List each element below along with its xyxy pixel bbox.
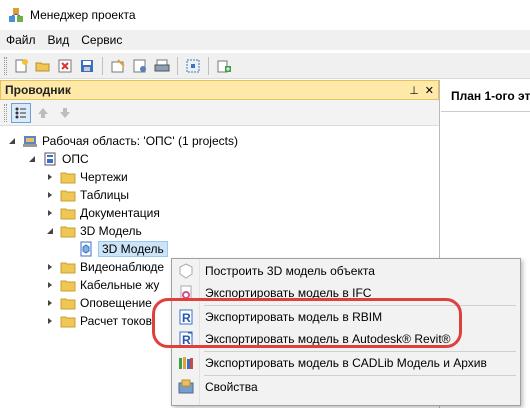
folder-icon bbox=[60, 259, 76, 275]
folder-icon bbox=[60, 187, 76, 203]
page-settings-icon[interactable] bbox=[130, 56, 150, 76]
tree-node-model3d-child[interactable]: 3D Модель bbox=[74, 240, 439, 258]
explorer-header: Проводник ⊥ ✕ bbox=[0, 80, 439, 100]
highlight-annotation bbox=[152, 298, 462, 348]
folder-icon bbox=[60, 277, 76, 293]
tree-node-workspace[interactable]: Рабочая область: 'ОПС' (1 projects) bbox=[6, 132, 439, 150]
collapsed-icon[interactable] bbox=[44, 297, 56, 309]
collapsed-icon[interactable] bbox=[44, 315, 56, 327]
tree-node-model3d[interactable]: 3D Модель bbox=[44, 222, 439, 240]
expanded-icon[interactable] bbox=[26, 153, 38, 165]
edit-icon[interactable] bbox=[108, 56, 128, 76]
tree-label-docs: Документация bbox=[80, 206, 160, 220]
properties-icon bbox=[172, 379, 200, 395]
folder-icon bbox=[60, 313, 76, 329]
add-sheet-icon[interactable] bbox=[214, 56, 234, 76]
title-bar: Менеджер проекта bbox=[0, 0, 530, 30]
arrow-up-icon[interactable] bbox=[33, 103, 53, 123]
project-icon bbox=[42, 151, 58, 167]
pin-icon[interactable]: ⊥ bbox=[409, 84, 419, 97]
tree-node-tables[interactable]: Таблицы bbox=[44, 186, 439, 204]
arrow-down-icon[interactable] bbox=[55, 103, 75, 123]
menu-view[interactable]: Вид bbox=[42, 30, 76, 50]
tree-node-project[interactable]: ОПС bbox=[26, 150, 439, 168]
workspace-icon bbox=[22, 133, 38, 149]
app-icon bbox=[8, 7, 24, 23]
tree-label-alert: Оповещение bbox=[80, 296, 152, 310]
menu-item-build-3d[interactable]: Построить 3D модель объекта bbox=[172, 261, 520, 281]
tree-label-tables: Таблицы bbox=[80, 188, 130, 202]
save-icon[interactable] bbox=[77, 56, 97, 76]
tree-label-drawings: Чертежи bbox=[80, 170, 128, 184]
expanded-icon[interactable] bbox=[6, 135, 18, 147]
close-icon[interactable]: ✕ bbox=[425, 84, 434, 97]
collapsed-icon[interactable] bbox=[44, 279, 56, 291]
folder-icon bbox=[60, 205, 76, 221]
explorer-title: Проводник bbox=[5, 83, 71, 97]
folder-icon bbox=[60, 169, 76, 185]
collapsed-icon[interactable] bbox=[44, 171, 56, 183]
tree-label-model3d: 3D Модель bbox=[80, 224, 142, 238]
tree-label-video: Видеонаблюде bbox=[80, 260, 165, 274]
explorer-toolbar-grip[interactable] bbox=[4, 103, 7, 122]
main-toolbar bbox=[0, 53, 530, 79]
explorer-toolbar bbox=[0, 100, 439, 126]
tree-label-model3d-child: 3D Модель bbox=[98, 241, 168, 257]
project-label: ОПС bbox=[62, 152, 89, 166]
menu-item-export-cadlib[interactable]: Экспортировать модель в CADLib Модель и … bbox=[172, 353, 520, 373]
tree-label-current: Расчет токов bbox=[80, 314, 152, 328]
tree-view-icon[interactable] bbox=[11, 102, 31, 123]
document-tab[interactable]: План 1-ого эт bbox=[441, 80, 530, 112]
expanded-icon[interactable] bbox=[44, 225, 56, 237]
structure-icon[interactable] bbox=[183, 56, 203, 76]
menu-bar: Файл Вид Сервис bbox=[0, 30, 530, 50]
menu-item-properties[interactable]: Свойства bbox=[172, 377, 520, 397]
folder-icon bbox=[60, 295, 76, 311]
cadlib-icon bbox=[172, 355, 200, 371]
tree-node-docs[interactable]: Документация bbox=[44, 204, 439, 222]
window-title: Менеджер проекта bbox=[30, 8, 136, 22]
workspace-label: Рабочая область: 'ОПС' (1 projects) bbox=[42, 134, 238, 148]
close-project-icon[interactable] bbox=[55, 56, 75, 76]
toolbar-grip[interactable] bbox=[4, 56, 7, 75]
collapsed-icon[interactable] bbox=[44, 189, 56, 201]
collapsed-icon[interactable] bbox=[44, 207, 56, 219]
tree-label-cable: Кабельные жу bbox=[80, 278, 160, 292]
menu-file[interactable]: Файл bbox=[0, 30, 42, 50]
collapsed-icon[interactable] bbox=[44, 261, 56, 273]
open-icon[interactable] bbox=[33, 56, 53, 76]
model-file-icon bbox=[78, 241, 94, 257]
menu-service[interactable]: Сервис bbox=[75, 30, 128, 50]
tree-node-drawings[interactable]: Чертежи bbox=[44, 168, 439, 186]
folder-icon bbox=[60, 223, 76, 239]
new-icon[interactable] bbox=[11, 56, 31, 76]
cube-icon bbox=[172, 263, 200, 279]
print-icon[interactable] bbox=[152, 56, 172, 76]
